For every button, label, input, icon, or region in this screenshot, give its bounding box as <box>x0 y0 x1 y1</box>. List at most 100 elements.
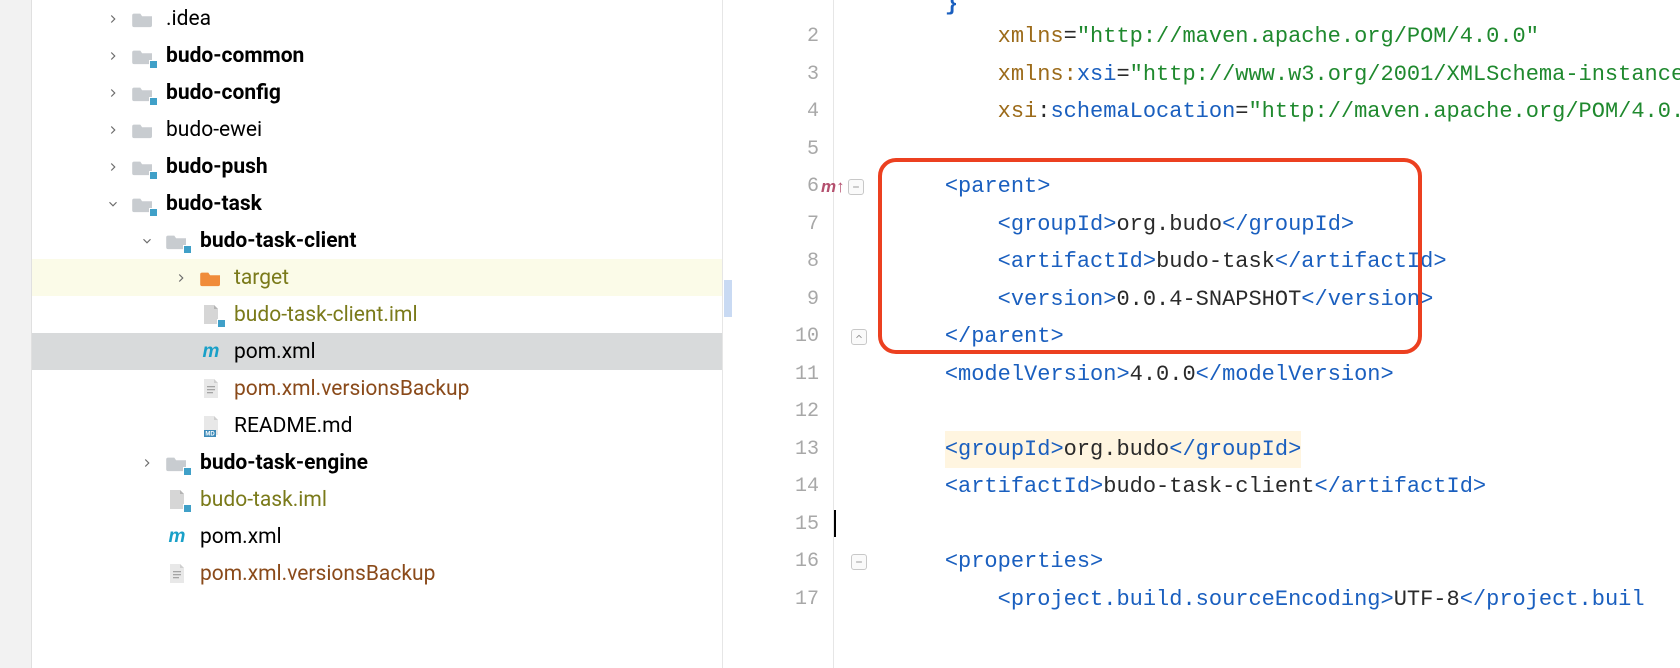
line-number[interactable]: 2 <box>723 18 819 56</box>
tree-label: README.md <box>234 414 352 438</box>
code-line[interactable] <box>892 506 1680 544</box>
code-area[interactable]: } xmlns="http://maven.apache.org/POM/4.0… <box>834 0 1680 668</box>
tree-label: pom.xml <box>234 340 316 364</box>
tree-label: pom.xml.versionsBackup <box>200 562 435 586</box>
line-number[interactable]: 8 <box>723 243 819 281</box>
code-line[interactable]: xsi:schemaLocation="http://maven.apache.… <box>892 93 1680 131</box>
chevron-right-icon[interactable] <box>104 10 122 28</box>
tree-item-budo-common[interactable]: budo-common <box>32 37 722 74</box>
chevron-right-icon[interactable] <box>104 47 122 65</box>
line-number[interactable]: 9 <box>723 281 819 319</box>
code-line[interactable]: <project.build.sourceEncoding>UTF-8</pro… <box>892 581 1680 619</box>
code-line[interactable]: </parent> <box>892 318 1680 356</box>
line-number[interactable]: 14 <box>723 468 819 506</box>
code-line[interactable]: xmlns="http://maven.apache.org/POM/4.0.0… <box>892 18 1680 56</box>
code-line[interactable]: <parent> <box>892 168 1680 206</box>
line-number[interactable]: 17 <box>723 581 819 619</box>
folder-icon <box>130 8 156 30</box>
code-line[interactable]: } <box>892 0 1680 18</box>
tree-item-budo-push[interactable]: budo-push <box>32 148 722 185</box>
tree-item-bt-iml[interactable]: budo-task.iml <box>32 481 722 518</box>
module-folder-icon <box>164 230 190 252</box>
module-folder-icon <box>130 45 156 67</box>
tree-item-budo-ewei[interactable]: budo-ewei <box>32 111 722 148</box>
tree-item-idea[interactable]: .idea <box>32 0 722 37</box>
code-line[interactable]: <artifactId>budo-task-client</artifactId… <box>892 468 1680 506</box>
tree-item-pom-backup[interactable]: pom.xml.versionsBackup <box>32 370 722 407</box>
toolwindow-rail[interactable] <box>0 0 32 668</box>
tree-label: budo-task-client.iml <box>234 303 418 327</box>
code-line[interactable]: xmlns:xsi="http://www.w3.org/2001/XMLSch… <box>892 56 1680 94</box>
line-number-gutter[interactable]: 2 3 4 5 6 m↑ 7 8 9 10 11 12 13 <box>722 0 834 668</box>
code-editor[interactable]: 2 3 4 5 6 m↑ 7 8 9 10 11 12 13 <box>722 0 1680 668</box>
line-number-val: 10 <box>795 325 819 348</box>
chevron-right-icon[interactable] <box>104 84 122 102</box>
module-folder-icon <box>164 452 190 474</box>
module-folder-icon <box>130 193 156 215</box>
line-number-val: 6 <box>807 175 819 198</box>
tree-label: .idea <box>166 7 211 31</box>
target-folder-icon <box>198 267 224 289</box>
line-number-val: 16 <box>795 550 819 573</box>
module-folder-icon <box>130 82 156 104</box>
chevron-right-icon[interactable] <box>138 454 156 472</box>
code-line[interactable]: <artifactId>budo-task</artifactId> <box>892 243 1680 281</box>
tree-label: budo-task-engine <box>200 451 368 475</box>
tree-item-pom-selected[interactable]: m pom.xml <box>32 333 722 370</box>
tree-label: budo-config <box>166 81 281 105</box>
code-line[interactable]: <properties> <box>892 543 1680 581</box>
tree-label: target <box>234 266 289 290</box>
line-number[interactable]: 11 <box>723 356 819 394</box>
ide-root: .idea budo-common budo-config budo-ewei <box>0 0 1680 668</box>
line-number[interactable]: 6 m↑ <box>723 168 819 206</box>
tree-label: budo-push <box>166 155 268 179</box>
line-number[interactable]: 15 <box>723 506 819 544</box>
chevron-right-icon[interactable] <box>104 158 122 176</box>
line-number[interactable]: 10 <box>723 318 819 356</box>
code-line[interactable]: <version>0.0.4-SNAPSHOT</version> <box>892 281 1680 319</box>
folder-icon <box>130 119 156 141</box>
maven-file-icon: m <box>198 341 224 363</box>
gutter-change-marker[interactable] <box>724 280 732 317</box>
tree-item-bt-pom[interactable]: m pom.xml <box>32 518 722 555</box>
tree-item-budo-task-client[interactable]: budo-task-client <box>32 222 722 259</box>
line-number[interactable]: 3 <box>723 56 819 94</box>
md-file-icon: MD <box>198 415 224 437</box>
chevron-down-icon[interactable] <box>104 195 122 213</box>
tree-label: budo-task-client <box>200 229 356 253</box>
tree-label: pom.xml <box>200 525 282 549</box>
line-1-partial[interactable] <box>723 0 819 18</box>
line-number[interactable]: 16 <box>723 543 819 581</box>
tree-label: budo-common <box>166 44 304 68</box>
tree-item-budo-config[interactable]: budo-config <box>32 74 722 111</box>
tree-item-readme[interactable]: MD README.md <box>32 407 722 444</box>
code-line[interactable]: <groupId>org.budo</groupId> <box>892 206 1680 244</box>
tree-item-budo-task-engine[interactable]: budo-task-engine <box>32 444 722 481</box>
chevron-down-icon[interactable] <box>138 232 156 250</box>
tree-label: pom.xml.versionsBackup <box>234 377 469 401</box>
iml-file-icon <box>198 304 224 326</box>
text-file-icon <box>164 563 190 585</box>
tree-label: budo-task <box>166 192 262 216</box>
iml-file-icon <box>164 489 190 511</box>
tree-label: budo-task.iml <box>200 488 327 512</box>
tree-label: budo-ewei <box>166 118 262 142</box>
tree-item-budo-task[interactable]: budo-task <box>32 185 722 222</box>
code-line[interactable]: <groupId>org.budo</groupId> <box>892 431 1680 469</box>
module-folder-icon <box>130 156 156 178</box>
line-number[interactable]: 13 <box>723 431 819 469</box>
maven-file-icon: m <box>164 526 190 548</box>
line-number[interactable]: 4 <box>723 93 819 131</box>
project-tree[interactable]: .idea budo-common budo-config budo-ewei <box>32 0 722 668</box>
line-number[interactable]: 7 <box>723 206 819 244</box>
code-line[interactable] <box>892 393 1680 431</box>
tree-item-bt-pom-backup[interactable]: pom.xml.versionsBackup <box>32 555 722 592</box>
line-number[interactable]: 12 <box>723 393 819 431</box>
line-number[interactable]: 5 <box>723 131 819 169</box>
chevron-right-icon[interactable] <box>104 121 122 139</box>
tree-item-btc-iml[interactable]: budo-task-client.iml <box>32 296 722 333</box>
code-line[interactable] <box>892 131 1680 169</box>
tree-item-target[interactable]: target <box>32 259 722 296</box>
code-line[interactable]: <modelVersion>4.0.0</modelVersion> <box>892 356 1680 394</box>
chevron-right-icon[interactable] <box>172 269 190 287</box>
